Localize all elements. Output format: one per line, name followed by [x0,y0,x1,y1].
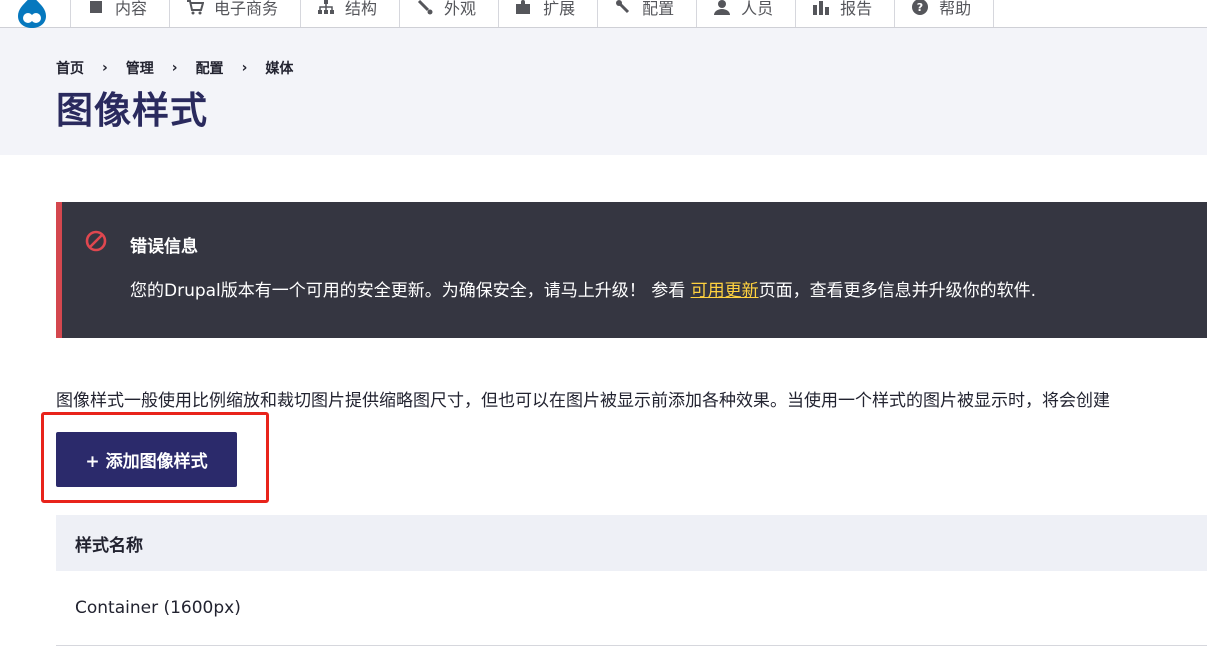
toolbar-item-content[interactable]: 内容 [71,0,171,27]
content-icon [87,0,105,16]
report-icon [812,0,830,16]
toolbar-item-label: 电子商务 [214,0,279,18]
toolbar-item-configuration[interactable]: 配置 [598,0,698,27]
table-row: Container (1600px) [56,571,1207,646]
error-text-before: 您的Drupal版本有一个可用的安全更新。为确保安全，请马上升级！ 参看 [130,281,691,301]
page-description: 图像样式一般使用比例缩放和裁切图片提供缩略图尺寸，但也可以在图片被显示前添加各种… [56,391,1110,411]
toolbar-item-label: 帮助 [939,0,972,18]
toolbar-item-label: 配置 [642,0,675,18]
toolbar-item-label: 内容 [115,0,148,18]
structure-icon [317,0,335,16]
page-header: 首页 › 管理 › 配置 › 媒体 图像样式 [0,28,1207,155]
image-styles-table: 样式名称 Container (1600px) [56,515,1207,646]
toolbar-item-label: 扩展 [543,0,576,18]
error-text-after: 页面，查看更多信息并升级你的软件. [758,281,1036,301]
admin-toolbar: 内容 电子商务 结构 外观 扩展 配置 人员 报告 ? 帮助 [0,0,1207,28]
breadcrumb-media[interactable]: 媒体 [265,58,293,78]
cart-icon [186,0,205,16]
toolbar-item-label: 外观 [444,0,477,18]
breadcrumb-separator-icon: › [102,60,108,76]
error-icon [84,229,108,257]
available-updates-link[interactable]: 可用更新 [691,281,759,301]
breadcrumb-admin[interactable]: 管理 [126,58,154,78]
breadcrumb-separator-icon: › [241,60,248,76]
svg-text:?: ? [917,1,923,14]
toolbar-item-extend[interactable]: 扩展 [499,0,599,27]
breadcrumb-config[interactable]: 配置 [196,58,224,78]
error-message: 错误信息 您的Drupal版本有一个可用的安全更新。为确保安全，请马上升级！ 参… [56,202,1207,338]
toolbar-item-appearance[interactable]: 外观 [400,0,500,27]
toolbar-item-structure[interactable]: 结构 [301,0,401,27]
help-icon: ? [911,0,929,16]
drupal-logo[interactable] [0,0,71,28]
page-title: 图像样式 [56,89,208,132]
toolbar-item-commerce[interactable]: 电子商务 [170,0,302,27]
add-image-style-button[interactable]: + 添加图像样式 [56,432,237,487]
toolbar-item-help[interactable]: ? 帮助 [895,0,995,27]
people-icon [713,0,731,16]
table-cell-style-name[interactable]: Container (1600px) [75,598,241,618]
toolbar-item-reports[interactable]: 报告 [796,0,896,27]
wrench-icon [614,0,632,16]
toolbar-item-people[interactable]: 人员 [697,0,797,27]
breadcrumb-home[interactable]: 首页 [56,58,84,78]
toolbar-item-label: 人员 [741,0,774,18]
paintbrush-icon [416,0,434,16]
breadcrumb-separator-icon: › [171,60,178,76]
toolbar-item-label: 结构 [345,0,378,18]
drupal-drop-icon [18,0,46,28]
error-message-text: 您的Drupal版本有一个可用的安全更新。为确保安全，请马上升级！ 参看 可用更… [130,276,1036,301]
toolbar-item-label: 报告 [840,0,873,18]
table-header-style-name: 样式名称 [56,515,1207,571]
breadcrumb: 首页 › 管理 › 配置 › 媒体 [56,58,293,78]
error-message-title: 错误信息 [130,237,198,257]
toolbar-spacer [994,0,1207,27]
puzzle-icon [515,0,533,16]
